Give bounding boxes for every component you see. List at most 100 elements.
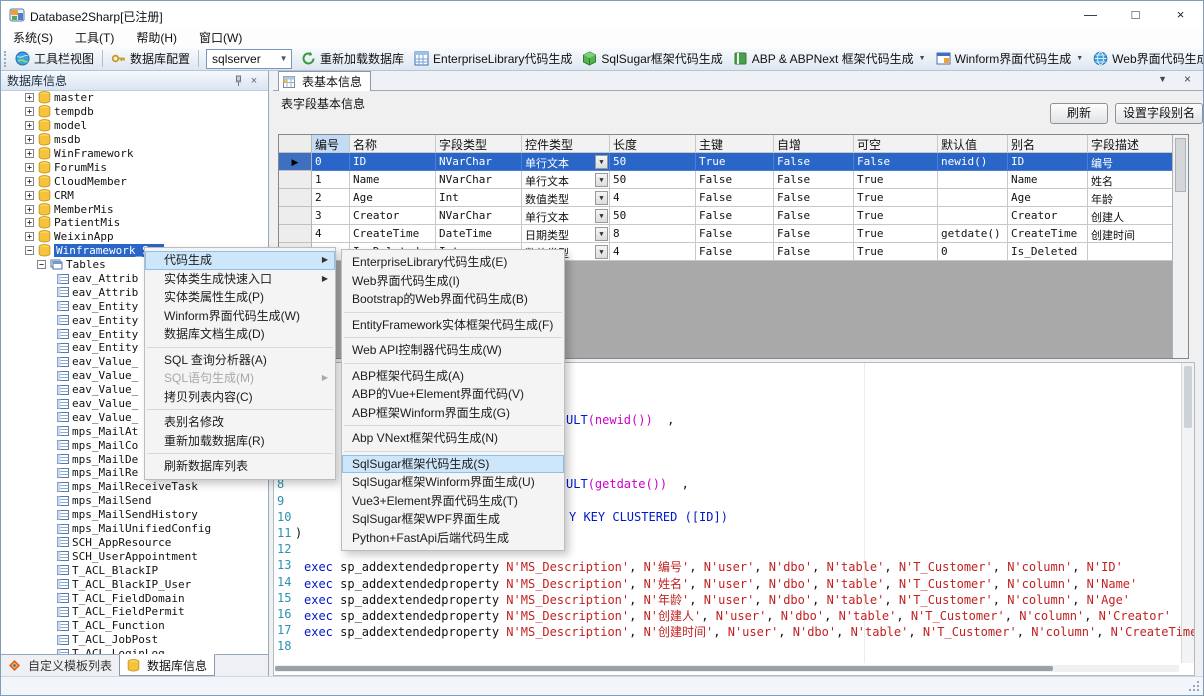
grid-cell[interactable]: False <box>854 153 938 171</box>
grid-column-header[interactable]: 主键 <box>696 135 774 153</box>
menu-help[interactable]: 帮助(H) <box>125 29 188 47</box>
grid-cell[interactable]: CreateTime <box>350 225 436 243</box>
tree-item[interactable]: +MemberMis <box>1 202 268 216</box>
menu-system[interactable]: 系统(S) <box>2 29 64 47</box>
grid-cell[interactable]: 单行文本▼ <box>522 171 610 189</box>
menu-window[interactable]: 窗口(W) <box>188 29 253 47</box>
panel-close-icon[interactable]: × <box>246 75 262 87</box>
grid-cell[interactable]: False <box>696 207 774 225</box>
tree-item[interactable]: +WeixinApp <box>1 230 268 244</box>
grid-cell[interactable]: False <box>696 171 774 189</box>
menu-item[interactable]: 重新加载数据库(R) <box>145 432 335 451</box>
close-button[interactable]: × <box>1158 1 1203 28</box>
grid-cell[interactable]: True <box>854 243 938 261</box>
expand-icon[interactable]: + <box>25 177 34 186</box>
menu-item[interactable]: SQL语句生成(M)▶ <box>145 369 335 388</box>
grid-cell[interactable]: True <box>854 189 938 207</box>
grid-cell[interactable]: False <box>774 243 854 261</box>
toolbar-button[interactable]: 工具栏视图 <box>10 48 99 70</box>
grid-cell[interactable]: True <box>854 171 938 189</box>
grid-cell[interactable]: 2 <box>312 189 350 207</box>
grid-row[interactable]: 3CreatorNVarChar单行文本▼50FalseFalseTrueCre… <box>279 207 1188 225</box>
grid-cell[interactable]: Age <box>350 189 436 207</box>
expand-icon[interactable]: + <box>25 232 34 241</box>
grid-cell[interactable]: 1 <box>312 171 350 189</box>
grid-cell[interactable]: 年龄 <box>1088 189 1173 207</box>
grid-cell[interactable]: True <box>854 225 938 243</box>
tree-item[interactable]: +ForumMis <box>1 160 268 174</box>
tab-close-icon[interactable]: × <box>1184 72 1191 86</box>
minimize-button[interactable]: — <box>1068 1 1113 28</box>
grid-column-header[interactable]: 名称 <box>350 135 436 153</box>
menu-item[interactable]: SqlSugar框架WPF界面生成 <box>342 510 564 529</box>
toolbar-button[interactable]: 数据库配置 <box>106 48 195 70</box>
menu-item[interactable]: 表别名修改 <box>145 413 335 432</box>
grid-row-header[interactable] <box>279 171 312 189</box>
expand-icon[interactable]: + <box>25 107 34 116</box>
grid-cell[interactable]: 编号 <box>1088 153 1173 171</box>
grid-cell[interactable]: 50 <box>610 207 696 225</box>
menu-item[interactable]: 数据库文档生成(D) <box>145 325 335 344</box>
toolbar-button[interactable]: ABP & ABPNext 框架代码生成▼ <box>728 48 931 70</box>
menu-item[interactable]: EntityFramework实体框架代码生成(F) <box>342 316 564 335</box>
menu-item[interactable]: Abp VNext框架代码生成(N) <box>342 429 564 448</box>
grid-column-header[interactable]: 长度 <box>610 135 696 153</box>
grid-column-header[interactable]: 默认值 <box>938 135 1008 153</box>
grid-column-header[interactable]: 控件类型 <box>522 135 610 153</box>
refresh-button[interactable]: 刷新 <box>1050 103 1108 124</box>
tree-item[interactable]: SCH_UserAppointment <box>1 549 268 563</box>
tree-item[interactable]: mps_MailReceiveTask <box>1 480 268 494</box>
menu-item[interactable]: EnterpriseLibrary代码生成(E) <box>342 253 564 272</box>
grid-row[interactable]: 1NameNVarChar单行文本▼50FalseFalseTrueName姓名 <box>279 171 1188 189</box>
menu-item[interactable]: Vue3+Element界面代码生成(T) <box>342 492 564 511</box>
tree-item[interactable]: T_ACL_JobPost <box>1 633 268 647</box>
grid-cell[interactable]: 4 <box>610 243 696 261</box>
grid-cell[interactable]: 3 <box>312 207 350 225</box>
pin-icon[interactable] <box>230 75 246 87</box>
set-field-alias-button[interactable]: 设置字段别名 <box>1115 103 1203 124</box>
toolbar-button[interactable]: Winform界面代码生成▼ <box>931 48 1089 70</box>
tab-list-dropdown-icon[interactable]: ▼ <box>1158 74 1167 84</box>
tree-item[interactable]: +tempdb <box>1 105 268 119</box>
grid-row-header[interactable] <box>279 207 312 225</box>
grid-cell[interactable]: Name <box>350 171 436 189</box>
tree-item[interactable]: SCH_AppResource <box>1 536 268 550</box>
database-type-combo[interactable]: sqlserver▼ <box>206 49 292 69</box>
grid-cell[interactable]: True <box>696 153 774 171</box>
toolbar-button[interactable]: SqlSugar框架代码生成 <box>577 48 727 70</box>
grid-column-header[interactable]: 字段类型 <box>436 135 522 153</box>
expand-icon[interactable]: + <box>25 163 34 172</box>
menu-item[interactable]: Web界面代码生成(I) <box>342 272 564 291</box>
toolbar-button[interactable]: 重新加载数据库 <box>296 48 409 70</box>
collapse-icon[interactable]: − <box>37 260 46 269</box>
grid-cell[interactable]: 4 <box>312 225 350 243</box>
toolbar-grip[interactable] <box>4 51 6 67</box>
grid-cell[interactable]: DateTime <box>436 225 522 243</box>
grid-row[interactable]: 4CreateTimeDateTime日期类型▼8FalseFalseTrueg… <box>279 225 1188 243</box>
menu-item[interactable]: Bootstrap的Web界面代码生成(B) <box>342 290 564 309</box>
grid-cell[interactable]: 单行文本▼ <box>522 207 610 225</box>
grid-cell[interactable]: 8 <box>610 225 696 243</box>
grid-cell[interactable]: False <box>774 225 854 243</box>
dropdown-arrow-icon[interactable]: ▼ <box>919 55 926 62</box>
grid-cell[interactable]: Age <box>1008 189 1088 207</box>
grid-cell[interactable]: NVarChar <box>436 171 522 189</box>
expand-icon[interactable]: + <box>25 191 34 200</box>
grid-cell[interactable]: NVarChar <box>436 153 522 171</box>
dropdown-arrow-icon[interactable]: ▼ <box>1076 55 1083 62</box>
tree-item[interactable]: +PatientMis <box>1 216 268 230</box>
grid-cell[interactable]: 0 <box>938 243 1008 261</box>
tree-item[interactable]: mps_MailSendHistory <box>1 508 268 522</box>
tree-item[interactable]: mps_MailSend <box>1 494 268 508</box>
menu-item[interactable]: 代码生成▶ <box>145 251 335 270</box>
resize-grip[interactable] <box>1197 689 1199 691</box>
menu-item[interactable]: 拷贝列表内容(C) <box>145 388 335 407</box>
grid-vertical-scrollbar[interactable] <box>1172 135 1188 358</box>
grid-cell[interactable]: 数值类型▼ <box>522 189 610 207</box>
menu-item[interactable]: 刷新数据库列表 <box>145 457 335 476</box>
grid-cell[interactable]: 50 <box>610 171 696 189</box>
grid-column-header[interactable]: 可空 <box>854 135 938 153</box>
grid-cell[interactable]: False <box>696 225 774 243</box>
tree-item[interactable]: T_ACL_BlackIP <box>1 563 268 577</box>
grid-cell[interactable] <box>938 207 1008 225</box>
